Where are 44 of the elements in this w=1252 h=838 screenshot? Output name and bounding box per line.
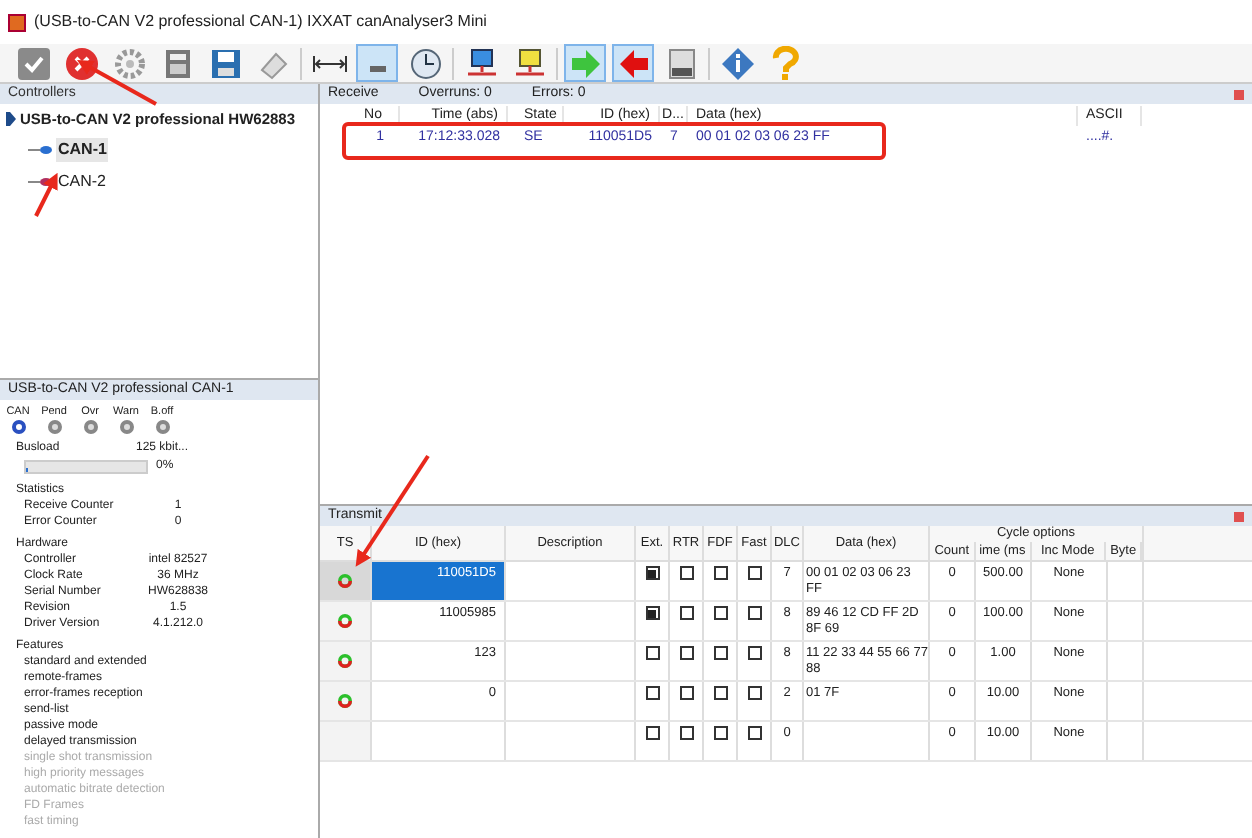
checkbox[interactable]	[713, 646, 727, 660]
checkbox[interactable]	[713, 566, 727, 580]
checkbox[interactable]	[679, 726, 693, 740]
checkbox[interactable]	[747, 606, 761, 620]
network-monitor-icon	[465, 47, 497, 79]
checkbox[interactable]	[747, 566, 761, 580]
window-title: (USB-to-CAN V2 professional CAN-1) IXXAT canAnalyser3 Mini	[34, 10, 487, 34]
device-icon	[6, 112, 16, 127]
checkbox[interactable]	[679, 566, 693, 580]
annotation-arrow	[77, 60, 157, 106]
checkbox[interactable]	[679, 646, 693, 660]
checkbox[interactable]	[645, 726, 659, 740]
network-monitor-icon	[513, 47, 545, 79]
annotation-arrow	[34, 172, 58, 217]
checkbox[interactable]	[679, 606, 693, 620]
help-icon	[771, 45, 799, 81]
checkbox[interactable]	[713, 686, 727, 700]
log-file-icon	[665, 47, 697, 79]
right-arrow-icon	[569, 47, 601, 79]
checkbox[interactable]	[645, 606, 659, 620]
tree-item[interactable]: CAN-2	[56, 170, 109, 195]
app-icon	[8, 13, 26, 31]
checkbox[interactable]	[747, 726, 761, 740]
checkbox[interactable]	[747, 686, 761, 700]
can-port-icon	[28, 144, 52, 157]
checkbox[interactable]	[713, 606, 727, 620]
tray-icon	[369, 66, 385, 72]
row-header[interactable]	[320, 682, 372, 720]
row-header[interactable]	[320, 562, 372, 600]
row-header[interactable]	[320, 642, 372, 680]
left-arrow-icon	[617, 47, 649, 79]
close-icon[interactable]	[1234, 511, 1244, 521]
checkbox[interactable]	[645, 686, 659, 700]
checkbox[interactable]	[645, 566, 659, 580]
can-port-icon	[28, 176, 52, 189]
tree-item[interactable]: CAN-1	[56, 138, 109, 163]
checkbox[interactable]	[747, 646, 761, 660]
checkbox[interactable]	[713, 726, 727, 740]
clock-icon	[409, 47, 441, 79]
checkbox[interactable]	[645, 646, 659, 660]
settings-icon	[113, 47, 145, 79]
checkbox[interactable]	[679, 686, 693, 700]
row-header[interactable]	[320, 602, 372, 640]
close-icon[interactable]	[1234, 89, 1244, 99]
